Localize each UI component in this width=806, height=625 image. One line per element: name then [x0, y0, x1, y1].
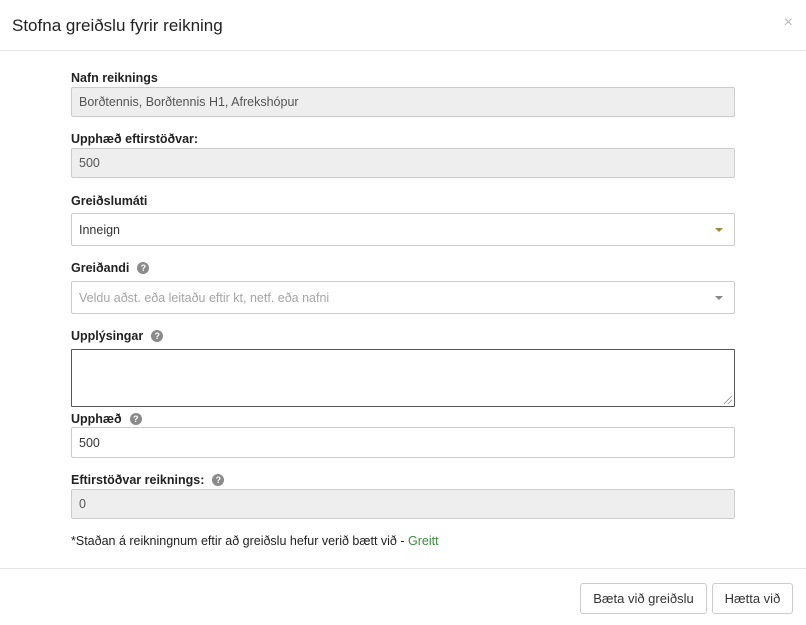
question-circle-icon[interactable]: ?	[137, 262, 150, 274]
info-textarea[interactable]	[71, 349, 735, 407]
invoice-name-field: Borðtennis, Borðtennis H1, Afrekshópur	[71, 87, 735, 117]
modal-title: Stofna greiðslu fyrir reikning	[12, 16, 223, 35]
add-payment-button[interactable]: Bæta við greiðslu	[580, 583, 707, 614]
amount-value: 500	[79, 435, 100, 450]
payment-method-label: Greiðslumáti	[71, 194, 147, 208]
modal-header: Stofna greiðslu fyrir reikning ×	[0, 0, 806, 51]
outstanding-amount-label: Upphæð eftirstöðvar:	[71, 132, 198, 146]
amount-input[interactable]: 500	[71, 427, 735, 458]
modal-footer: Bæta við greiðslu Hætta við	[0, 568, 806, 625]
note-text: *Staðan á reikningnum eftir að greiðslu …	[71, 534, 408, 548]
outstanding-amount-label-text: Upphæð eftirstöðvar:	[71, 132, 199, 146]
payment-method-label-text: Greiðslumáti	[71, 194, 148, 208]
amount-label-text: Upphæð	[71, 412, 122, 426]
payment-method-select[interactable]: Inneign	[71, 213, 735, 246]
question-circle-icon[interactable]: ?	[129, 413, 142, 425]
invoice-name-value: Borðtennis, Borðtennis H1, Afrekshópur	[79, 95, 299, 109]
amount-label: Upphæð ?	[71, 412, 142, 426]
payment-method-value: Inneign	[79, 222, 121, 237]
caret-down-icon	[715, 227, 723, 232]
invoice-name-label: Nafn reiknings	[71, 71, 158, 85]
question-circle-icon[interactable]: ?	[151, 330, 164, 342]
balance-label-text: Eftirstöðvar reiknings:	[71, 473, 205, 487]
outstanding-amount-field: 500	[71, 148, 735, 178]
info-label-text: Upplýsingar	[71, 329, 144, 343]
question-circle-icon[interactable]: ?	[212, 474, 225, 486]
payer-select[interactable]: Veldu aðst. eða leitaðu eftir kt, netf. …	[71, 281, 735, 314]
invoice-name-label-text: Nafn reiknings	[71, 71, 158, 85]
balance-value: 0	[79, 497, 86, 511]
status-paid: Greitt	[407, 534, 439, 548]
payer-label-text: Greiðandi	[71, 261, 130, 275]
payer-label: Greiðandi ?	[71, 261, 150, 275]
outstanding-amount-value: 500	[79, 156, 100, 170]
payment-modal: Stofna greiðslu fyrir reikning × Nafn re…	[0, 0, 806, 625]
balance-note: *Staðan á reikningnum eftir að greiðslu …	[71, 534, 439, 548]
cancel-button[interactable]: Hætta við	[712, 583, 793, 614]
resize-grip-icon[interactable]	[724, 396, 732, 404]
close-icon[interactable]: ×	[784, 13, 793, 33]
payer-placeholder: Veldu aðst. eða leitaðu eftir kt, netf. …	[79, 290, 330, 305]
info-label: Upplýsingar ?	[71, 329, 164, 343]
caret-down-icon	[715, 295, 723, 300]
balance-label: Eftirstöðvar reiknings: ?	[71, 473, 225, 487]
balance-field: 0	[71, 489, 735, 519]
